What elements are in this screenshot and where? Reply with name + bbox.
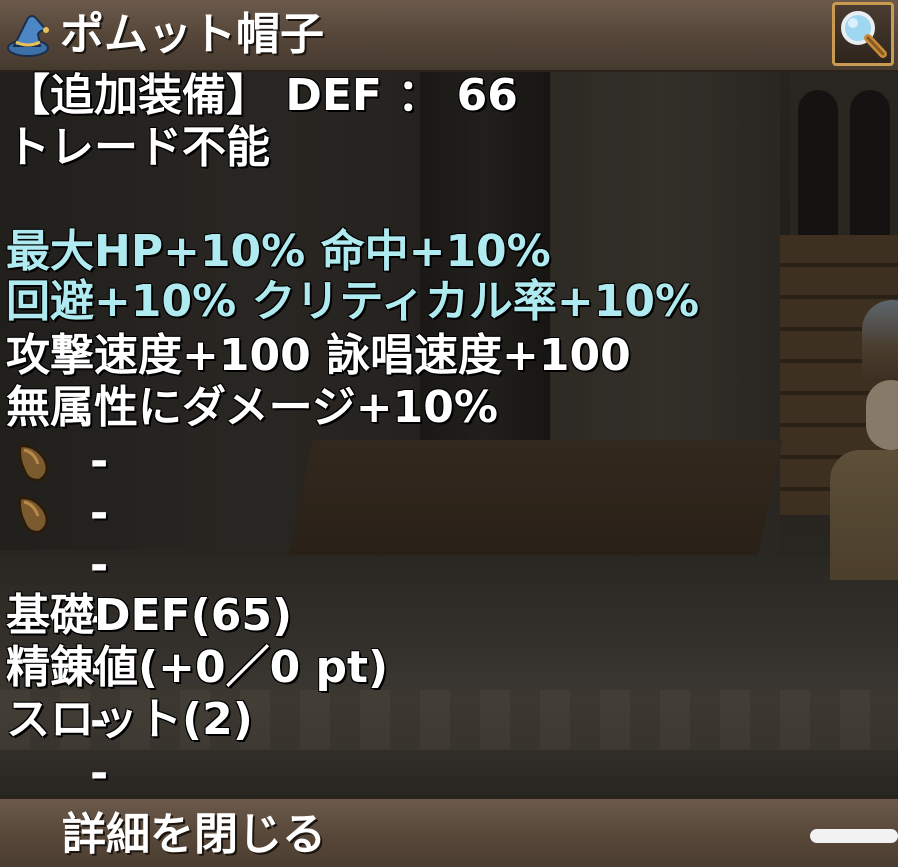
- bonus-line-2: 回避+10% クリティカル率+10%: [6, 276, 700, 327]
- close-details-button[interactable]: 詳細を閉じる: [0, 797, 898, 867]
- card-slot-icon: [14, 440, 54, 484]
- bonus-line-1: 最大HP+10% 命中+10%: [6, 226, 551, 277]
- card-slot-icon: [14, 492, 54, 536]
- item-name: ポムット帽子: [60, 9, 324, 60]
- item-detail-screen: ポムット帽子 【追加装備】 DEF ： 66 トレード不能 最大HP+10% 命…: [0, 0, 898, 867]
- item-title-bar: ポムット帽子: [0, 0, 898, 72]
- close-details-label: 詳細を閉じる: [62, 809, 326, 860]
- scroll-indicator: [810, 829, 898, 843]
- wizard-hat-icon: [6, 12, 54, 58]
- equip-slot-def-line: 【追加装備】 DEF ： 66: [6, 70, 518, 121]
- trade-restriction: トレード不能: [6, 122, 270, 173]
- slot-count-line: スロット(2): [6, 694, 253, 745]
- speed-bonus-line: 攻撃速度+100 詠唱速度+100: [6, 330, 631, 381]
- base-def-line: 基礎DEF(65): [6, 590, 293, 641]
- refine-value-line: 精錬値(+0／0 pt): [6, 642, 389, 693]
- damage-bonus-line: 無属性にダメージ+10%: [6, 382, 498, 433]
- zoom-button[interactable]: [832, 2, 894, 66]
